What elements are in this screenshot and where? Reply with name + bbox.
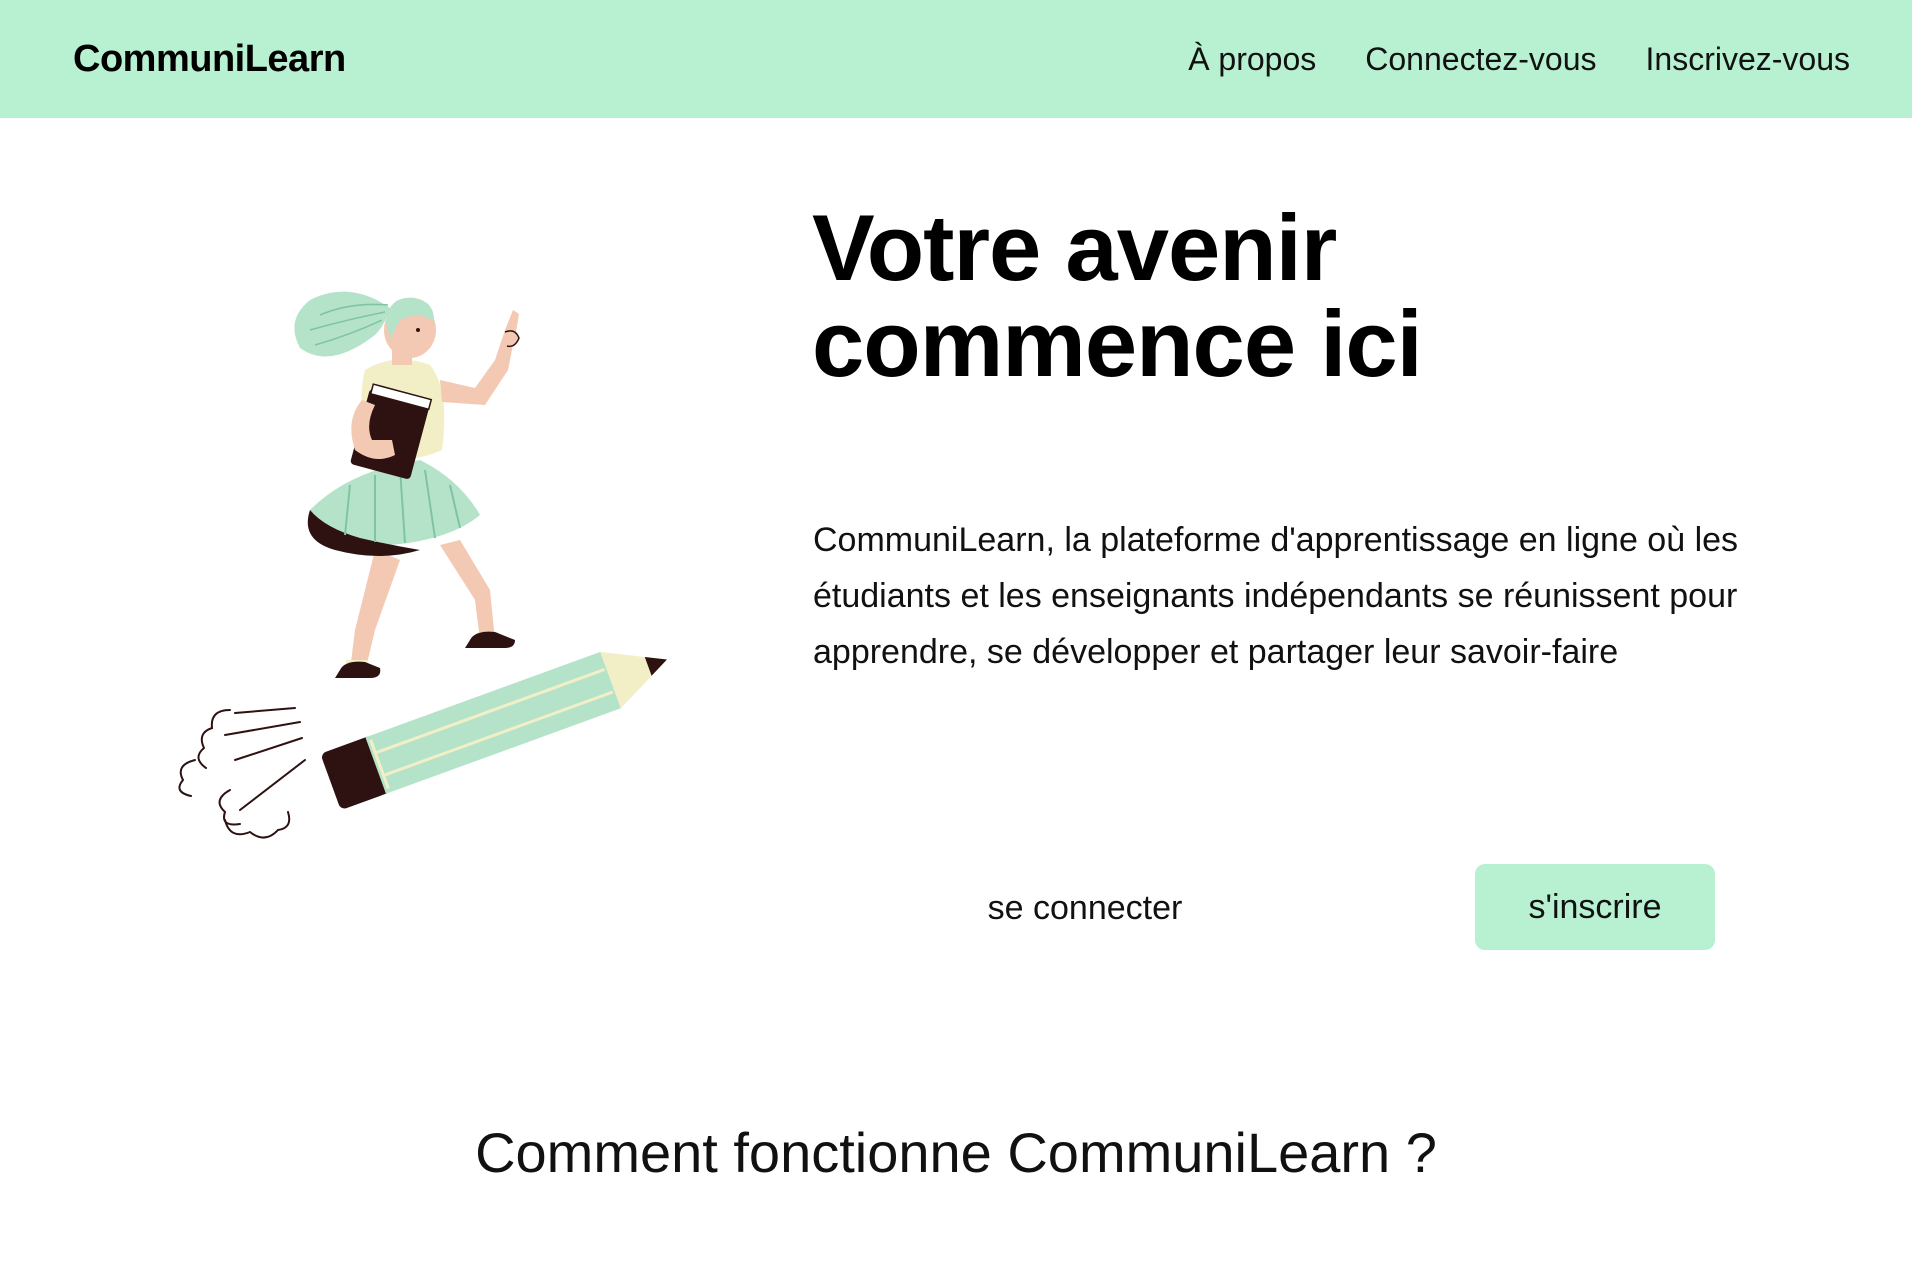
hero-title-line-1: Votre avenir [812, 195, 1337, 300]
nav-link-signup[interactable]: Inscrivez-vous [1646, 38, 1851, 80]
hero-title: Votre avenir commence ici [812, 200, 1712, 392]
hero-description: CommuniLearn, la plateforme d'apprentiss… [813, 521, 1739, 671]
login-button[interactable]: se connecter [960, 866, 1210, 950]
brand-logo[interactable]: CommuniLearn [73, 36, 346, 82]
girl-riding-pencil-illustration [150, 290, 750, 850]
top-navbar: CommuniLearn À propos Connectez-vous Ins… [0, 0, 1912, 118]
hero-title-line-2: commence ici [812, 291, 1423, 396]
nav-link-login[interactable]: Connectez-vous [1365, 38, 1596, 80]
how-it-works-title: Comment fonctionne CommuniLearn ? [475, 1121, 1437, 1184]
nav-link-about[interactable]: À propos [1188, 38, 1316, 80]
nav-links: À propos Connectez-vous Inscrivez-vous [1188, 38, 1850, 80]
signup-button[interactable]: s'inscrire [1475, 864, 1715, 950]
